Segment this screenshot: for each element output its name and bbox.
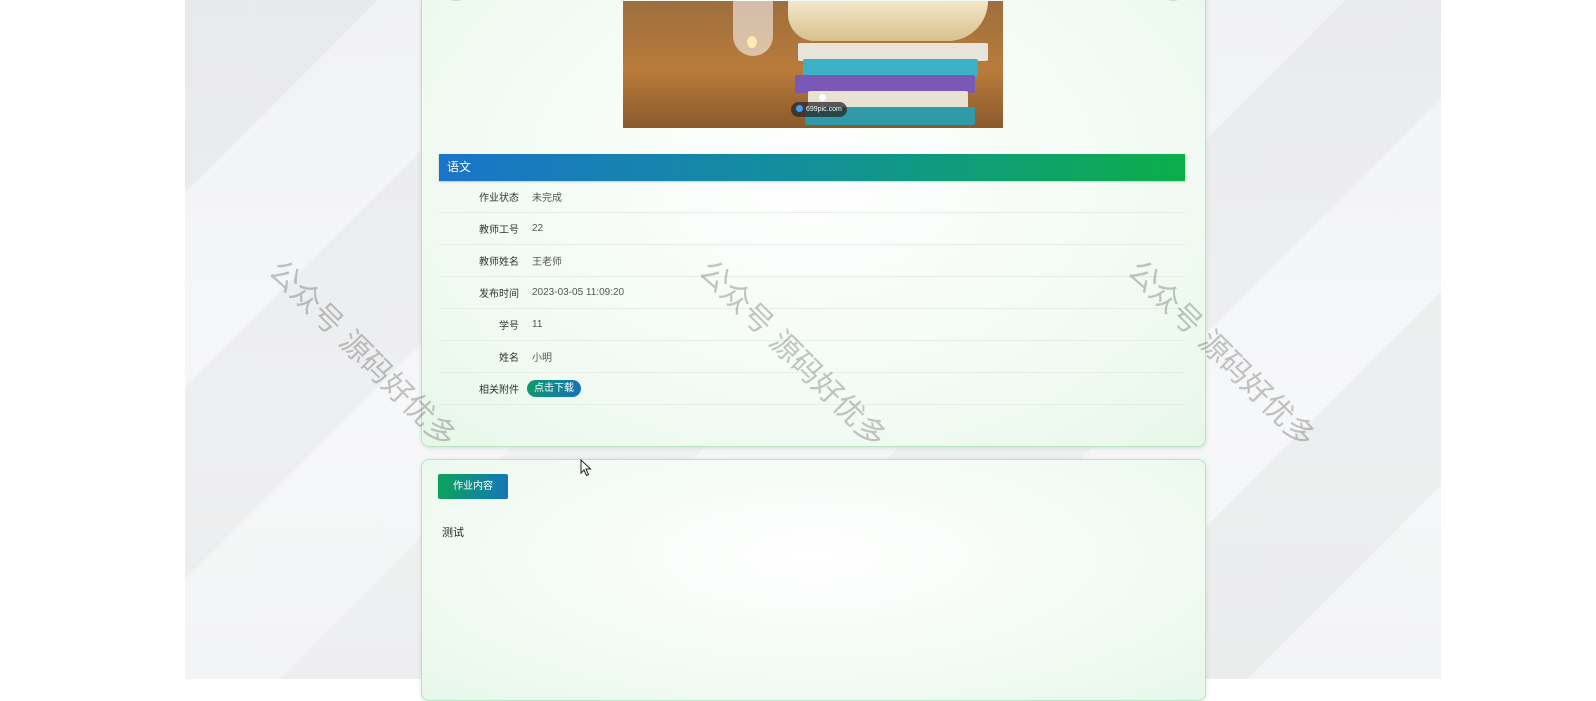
detail-row: 作业状态 未完成: [439, 181, 1185, 213]
carousel-prev-button[interactable]: [444, 0, 468, 1]
row-label: 教师姓名: [479, 257, 519, 268]
detail-row: 发布时间 2023-03-05 11:09:20: [439, 277, 1185, 309]
row-value: 22: [532, 223, 544, 234]
image-watermark: 699pic.com: [791, 102, 847, 117]
row-label: 发布时间: [479, 289, 519, 300]
open-book-shape: [788, 1, 988, 41]
detail-row: 教师姓名 王老师: [439, 245, 1185, 277]
row-value: 小明: [532, 353, 552, 364]
homework-content-text: 测试: [442, 527, 464, 539]
detail-row: 学号 11: [439, 309, 1185, 341]
carousel-next-button[interactable]: [1161, 0, 1185, 1]
row-value: 王老师: [532, 257, 562, 268]
row-value: 未完成: [532, 193, 562, 204]
tab-homework-content[interactable]: 作业内容: [438, 474, 508, 499]
row-value: 2023-03-05 11:09:20: [532, 287, 625, 298]
detail-row: 教师工号 22: [439, 213, 1185, 245]
candle-flame: [747, 36, 757, 48]
content-card: 作业内容 测试: [421, 459, 1206, 701]
banner-image: 699pic.com: [623, 1, 1003, 128]
camera-logo-icon: [796, 105, 803, 112]
carousel-indicator[interactable]: [819, 94, 826, 101]
row-label: 相关附件: [479, 385, 519, 396]
row-label: 姓名: [499, 353, 519, 364]
row-label: 学号: [499, 321, 519, 332]
row-label: 作业状态: [479, 193, 519, 204]
mouse-cursor-icon: [580, 459, 592, 477]
download-button[interactable]: 点击下载: [527, 380, 581, 397]
row-value: 11: [532, 319, 543, 330]
subject-title: 语文: [439, 154, 1185, 181]
row-label: 教师工号: [479, 225, 519, 236]
